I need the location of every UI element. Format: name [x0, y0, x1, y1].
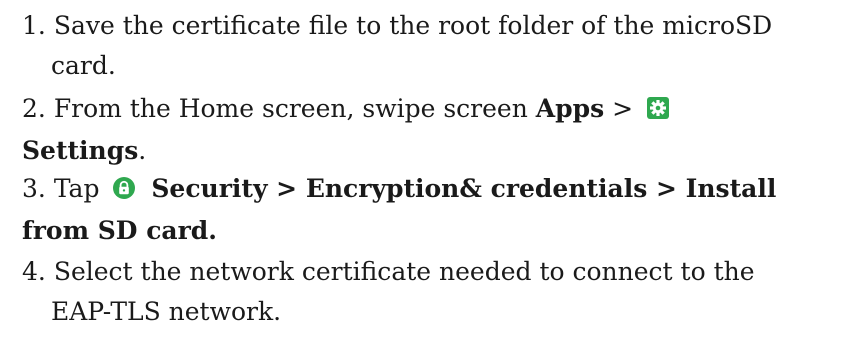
step-1: 1. Save the certificate file to the root…	[22, 6, 842, 86]
step-4-continuation: EAP-TLS network.	[51, 297, 282, 326]
step-3-path-label: Security > Encryption& credentials > Ins…	[151, 174, 777, 203]
step-1-continuation: card.	[51, 51, 116, 80]
step-1-number: 1.	[22, 11, 46, 40]
step-3-number: 3.	[22, 174, 46, 203]
step-2-apps-label: Apps	[535, 94, 605, 123]
step-3-path-continuation: from SD card.	[22, 216, 217, 245]
step-2-number: 2.	[22, 94, 46, 123]
lock-icon	[113, 171, 136, 211]
instruction-document: 1. Save the certificate file to the root…	[0, 0, 849, 341]
step-2: 2. From the Home screen, swipe screen Ap…	[22, 89, 842, 171]
settings-gear-icon	[647, 91, 670, 131]
step-3: 3. Tap Security > Encryption& credential…	[22, 169, 842, 251]
step-4: 4. Select the network certificate needed…	[22, 252, 842, 332]
step-4-text: Select the network certificate needed to…	[53, 257, 755, 286]
step-1-text: Save the certificate file to the root fo…	[53, 11, 773, 40]
step-2-separator: >	[612, 94, 634, 123]
step-2-settings-label: Settings	[22, 136, 139, 165]
step-4-number: 4.	[22, 257, 46, 286]
step-2-period: .	[138, 136, 147, 165]
step-3-text: Tap	[53, 174, 100, 203]
step-2-text: From the Home screen, swipe screen	[53, 94, 528, 123]
